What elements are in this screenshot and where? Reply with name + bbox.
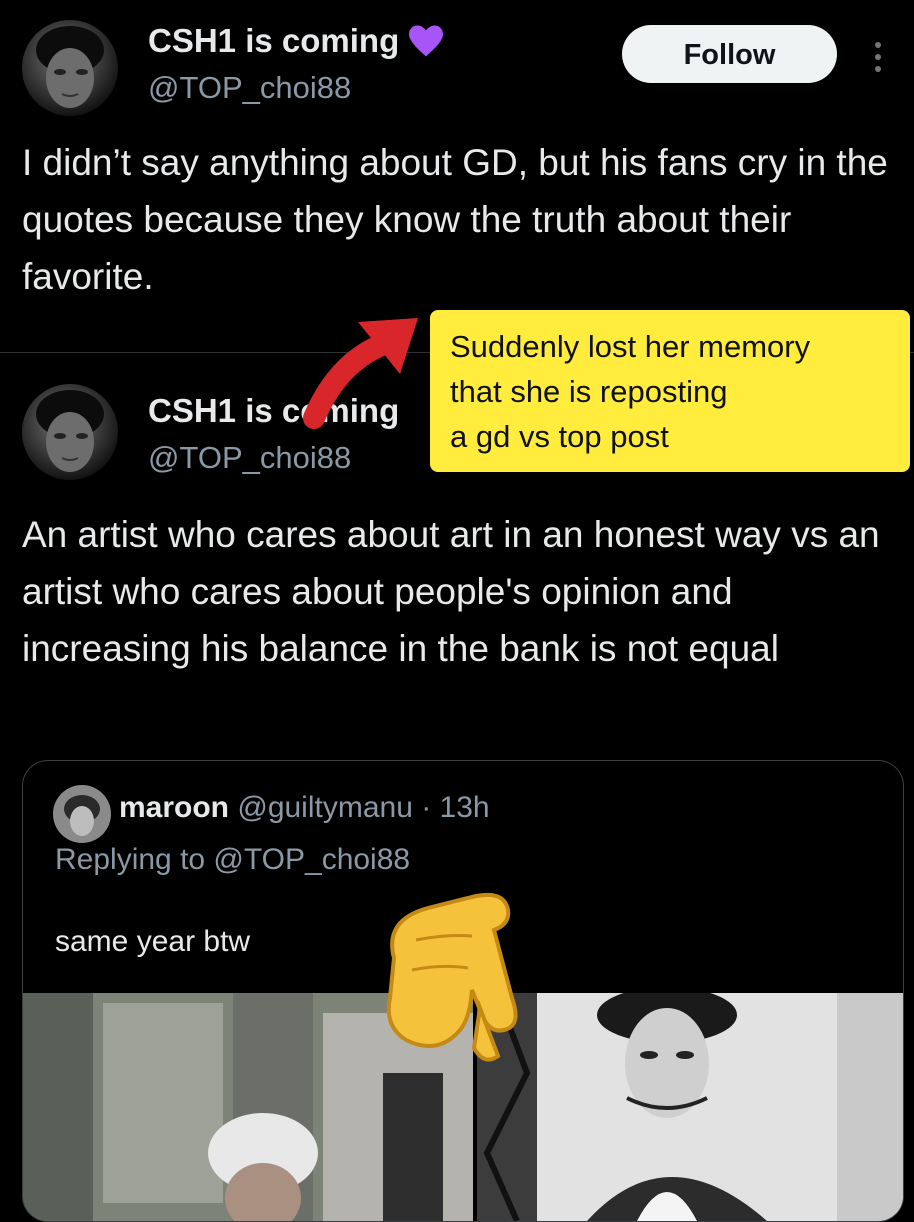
purple-heart-icon — [407, 24, 445, 58]
reply-author-name: maroon — [119, 791, 230, 824]
avatar[interactable] — [22, 384, 118, 480]
annotation-line: Suddenly lost her memory — [450, 329, 811, 364]
avatar[interactable] — [22, 20, 118, 116]
pointing-hand-emoji — [376, 880, 526, 1068]
annotation-line: a gd vs top post — [450, 419, 669, 454]
replying-to: Replying to @TOP_choi88 — [55, 843, 411, 876]
reply-text: same year btw — [55, 925, 251, 958]
user-handle[interactable]: @TOP_choi88 — [148, 440, 351, 476]
reply-handle-time: @guiltymanu · 13h — [237, 791, 490, 824]
photo-right[interactable] — [477, 993, 903, 1221]
avatar — [53, 785, 111, 843]
follow-button[interactable]: Follow — [622, 25, 837, 83]
red-arrow-annotation — [296, 300, 436, 430]
annotation-line: that she is reposting — [450, 374, 728, 409]
display-name[interactable]: CSH1 is coming — [148, 22, 399, 60]
annotation-note: Suddenly lost her memory that she is rep… — [430, 310, 910, 472]
user-handle[interactable]: @TOP_choi88 — [148, 70, 351, 106]
more-options-icon[interactable] — [868, 40, 888, 76]
tweet-text: I didn’t say anything about GD, but his … — [22, 142, 888, 297]
tweet-text: An artist who cares about art in an hone… — [22, 514, 880, 669]
